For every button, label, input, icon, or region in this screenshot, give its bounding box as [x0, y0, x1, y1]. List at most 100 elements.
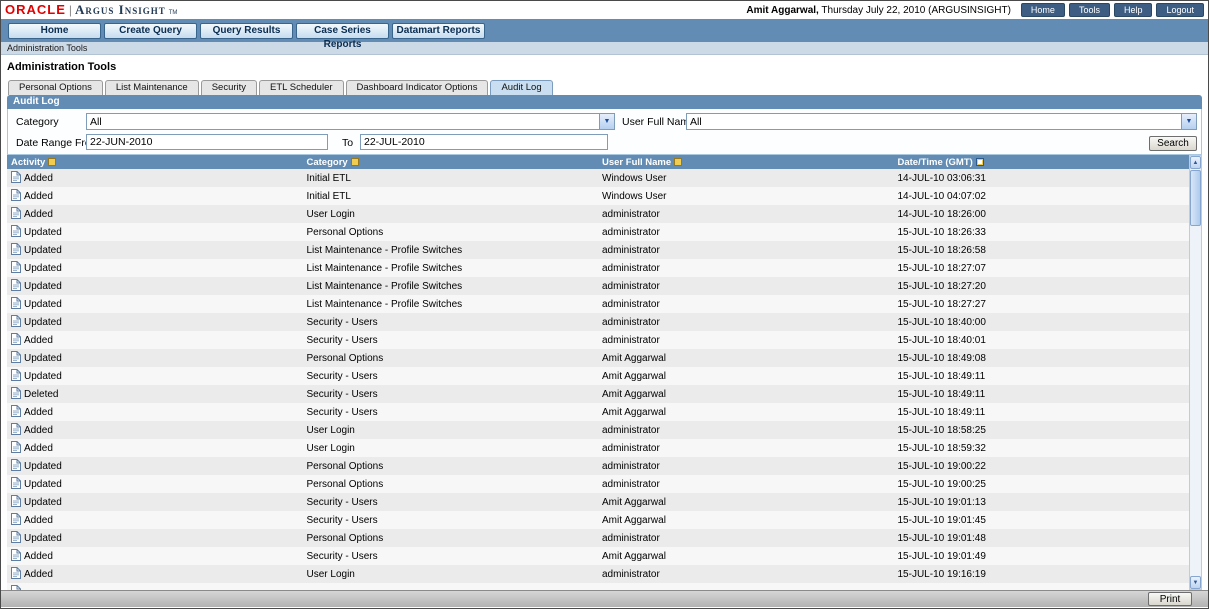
category-cell: List Maintenance - Profile Switches: [306, 280, 463, 292]
nav-datamart-reports[interactable]: Datamart Reports: [392, 22, 485, 39]
user-cell: Amit Aggarwal: [602, 496, 666, 508]
search-button[interactable]: Search: [1149, 136, 1197, 151]
column-header-user-full-name[interactable]: User Full Name: [598, 155, 894, 169]
activity-cell: Updated: [7, 295, 303, 313]
user-cell: administrator: [602, 334, 660, 346]
panel-title: Audit Log: [7, 95, 1202, 109]
document-icon: [11, 296, 21, 309]
table-row: Updated Personal Options administrator 1…: [7, 223, 1189, 241]
column-header-activity[interactable]: Activity: [7, 155, 303, 169]
document-icon: [11, 206, 21, 219]
activity-cell: Added: [7, 169, 303, 187]
topbar-help-button[interactable]: Help: [1113, 3, 1153, 17]
chevron-down-icon[interactable]: ▼: [1181, 114, 1196, 129]
document-icon: [11, 314, 21, 327]
activity-cell: Added: [7, 421, 303, 439]
category-dropdown[interactable]: All ▼: [86, 113, 615, 130]
table-row: Added User Login administrator 14-JUL-10…: [7, 205, 1189, 223]
user-full-name-dropdown[interactable]: All ▼: [686, 113, 1197, 130]
table-row: Added Security - Users Amit Aggarwal 15-…: [7, 547, 1189, 565]
category-cell: User Login: [306, 568, 355, 580]
tab-personal-options[interactable]: Personal Options: [8, 80, 103, 95]
audit-table-body: Added Initial ETL Windows User 14-JUL-10…: [7, 169, 1189, 590]
datetime-cell: 15-JUL-10 19:01:13: [897, 496, 986, 508]
user-cell: administrator: [602, 442, 660, 454]
activity-cell: Added: [7, 565, 303, 583]
date-to-input[interactable]: [360, 134, 608, 150]
activity-label: Added: [24, 424, 53, 436]
document-icon: [11, 566, 21, 579]
activity-cell: Added: [7, 205, 303, 223]
sort-icon[interactable]: [48, 158, 57, 166]
tab-audit-log[interactable]: Audit Log: [490, 80, 553, 95]
tab-security[interactable]: Security: [200, 80, 258, 95]
column-label: Date/Time (GMT): [897, 156, 973, 168]
category-cell: Personal Options: [306, 460, 384, 472]
datetime-cell: 15-JUL-10 18:27:20: [897, 280, 986, 292]
document-icon: [11, 170, 21, 183]
datetime-cell: 15-JUL-10 18:49:11: [897, 388, 986, 400]
category-cell: List Maintenance - Profile Switches: [306, 244, 463, 256]
scroll-up-icon[interactable]: ▲: [1190, 156, 1201, 169]
activity-label: Added: [24, 190, 53, 202]
sort-icon[interactable]: [975, 158, 984, 166]
product-name: Argus Insight: [75, 2, 166, 17]
document-icon: [11, 332, 21, 345]
top-bar: ORACLE | Argus Insight TM Amit Aggarwal,…: [1, 1, 1208, 19]
datetime-cell: 15-JUL-10 18:59:32: [897, 442, 986, 454]
activity-cell: Updated: [7, 349, 303, 367]
chevron-down-icon[interactable]: ▼: [599, 114, 614, 129]
column-header-category[interactable]: Category: [303, 155, 599, 169]
admin-tabstrip: Personal Options List Maintenance Securi…: [1, 78, 1208, 95]
tab-etl-scheduler[interactable]: ETL Scheduler: [259, 80, 344, 95]
topbar-home-button[interactable]: Home: [1020, 3, 1065, 17]
activity-label: Updated: [24, 496, 62, 508]
category-cell: Initial ETL: [306, 190, 351, 202]
category-cell: Security - Users: [306, 370, 378, 382]
table-row: [7, 583, 1189, 590]
vertical-scrollbar[interactable]: ▲ ▼: [1189, 155, 1202, 590]
table-row: Deleted Security - Users Amit Aggarwal 1…: [7, 385, 1189, 403]
topbar-tools-button[interactable]: Tools: [1068, 3, 1110, 17]
user-cell: Amit Aggarwal: [602, 388, 666, 400]
user-selected-value: All: [690, 115, 702, 128]
user-info: Amit Aggarwal, Thursday July 22, 2010 (A…: [746, 5, 1011, 16]
nav-home[interactable]: Home: [8, 22, 101, 39]
filter-area: Category All ▼ User Full Name All ▼ Date…: [7, 109, 1202, 155]
table-row: Added Security - Users Amit Aggarwal 15-…: [7, 511, 1189, 529]
print-button[interactable]: Print: [1148, 592, 1192, 606]
trademark-symbol: TM: [168, 10, 178, 16]
sort-icon[interactable]: [350, 158, 359, 166]
table-row: Added Security - Users administrator 15-…: [7, 331, 1189, 349]
category-cell: User Login: [306, 424, 355, 436]
category-label: Category: [16, 116, 59, 128]
nav-case-series-reports[interactable]: Case Series Reports: [296, 22, 389, 50]
activity-cell: Added: [7, 331, 303, 349]
table-header-row: Activity Category User Full Name Date/Ti…: [7, 155, 1189, 169]
category-cell: Security - Users: [306, 334, 378, 346]
scroll-down-icon[interactable]: ▼: [1190, 576, 1201, 589]
document-icon: [11, 476, 21, 489]
session-date: Thursday July 22, 2010 (ARGUSINSIGHT): [818, 4, 1011, 16]
document-icon: [11, 440, 21, 453]
sort-icon[interactable]: [674, 158, 683, 166]
nav-create-query[interactable]: Create Query: [104, 22, 197, 39]
topbar-logout-button[interactable]: Logout: [1156, 3, 1204, 17]
user-full-name-label: User Full Name: [622, 116, 695, 128]
user-cell: Amit Aggarwal: [602, 352, 666, 364]
datetime-cell: 14-JUL-10 18:26:00: [897, 208, 986, 220]
date-from-input[interactable]: [86, 134, 328, 150]
document-icon: [11, 584, 21, 590]
column-label: Activity: [11, 156, 46, 168]
document-icon: [11, 386, 21, 399]
nav-query-results[interactable]: Query Results: [200, 22, 293, 39]
category-cell: Security - Users: [306, 496, 378, 508]
datetime-cell: 15-JUL-10 18:26:58: [897, 244, 986, 256]
column-header-datetime[interactable]: Date/Time (GMT): [894, 155, 1190, 169]
scroll-thumb[interactable]: [1190, 170, 1201, 226]
activity-label: Updated: [24, 478, 62, 490]
tab-list-maintenance[interactable]: List Maintenance: [104, 80, 199, 95]
tab-dashboard-indicator-options[interactable]: Dashboard Indicator Options: [345, 80, 489, 95]
datetime-cell: 14-JUL-10 04:07:02: [897, 190, 986, 202]
activity-label: Updated: [24, 316, 62, 328]
